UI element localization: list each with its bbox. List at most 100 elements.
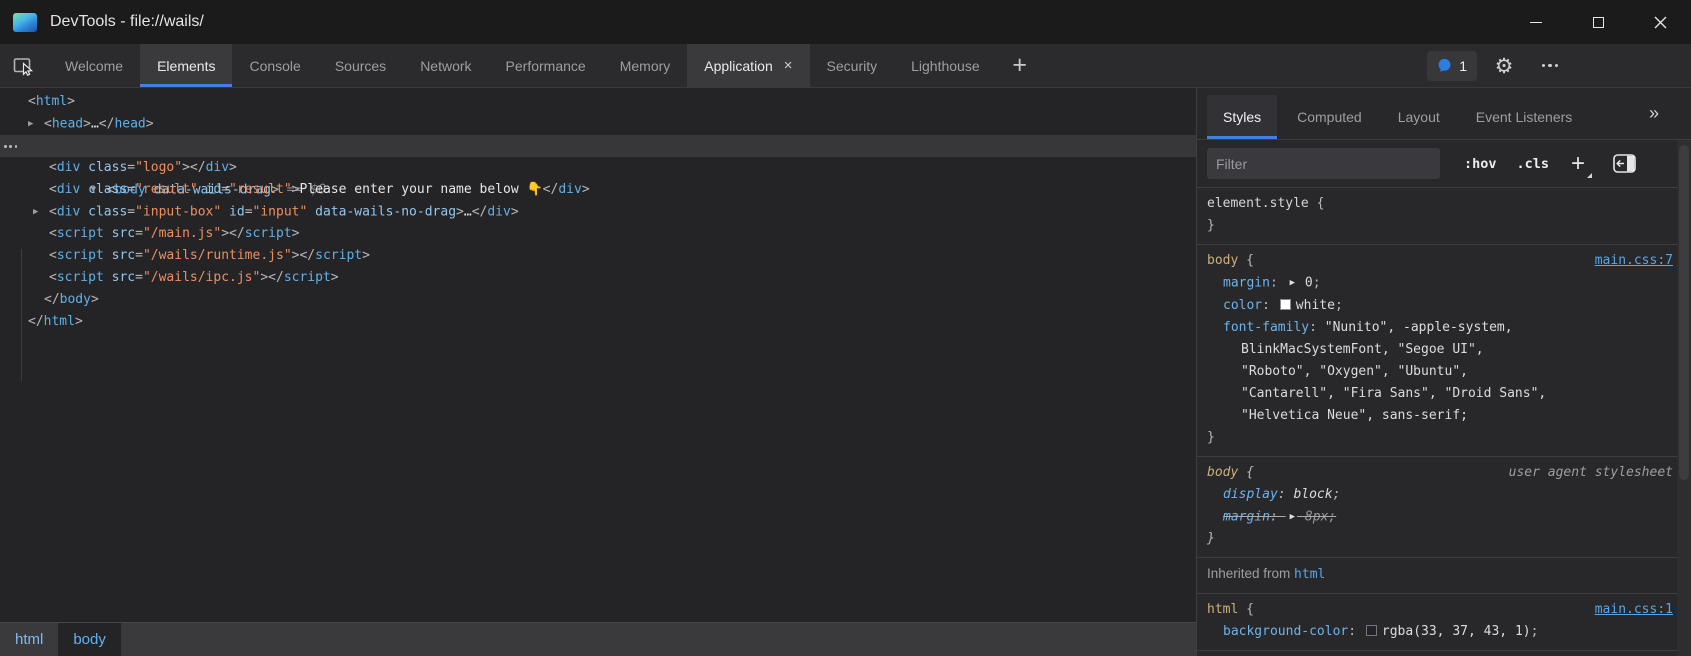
token: :: [1270, 509, 1286, 524]
styles-scrollbar[interactable]: [1677, 140, 1691, 656]
tab-styles[interactable]: Styles: [1207, 95, 1277, 139]
tab-memory[interactable]: Memory: [603, 44, 688, 87]
token: body: [1207, 465, 1238, 480]
close-button[interactable]: [1629, 0, 1691, 44]
styles-panel: Styles Computed Layout Event Listeners »…: [1197, 88, 1691, 656]
css-property-margin-overridden[interactable]: margin: ▶ 8px;: [1197, 506, 1691, 529]
token: {: [1238, 253, 1254, 268]
expand-collapsed-icon[interactable]: ▶: [33, 201, 49, 223]
inspect-cursor-icon: [13, 56, 35, 76]
more-panels-icon[interactable]: »: [1649, 103, 1659, 124]
token: <: [44, 117, 52, 132]
token: div: [57, 160, 80, 175]
more-tools-button[interactable]: +: [997, 44, 1043, 87]
token: rgba(33, 37, 43, 1): [1382, 624, 1531, 639]
new-style-rule-button[interactable]: +: [1571, 152, 1592, 176]
token: "Roboto", "Oxygen", "Ubuntu",: [1241, 364, 1468, 379]
tab-welcome[interactable]: Welcome: [48, 44, 140, 87]
css-property-background-color[interactable]: background-color: rgba(33, 37, 43, 1);: [1197, 621, 1691, 643]
token: div: [558, 182, 581, 197]
token: {: [1238, 602, 1254, 617]
tab-security[interactable]: Security: [810, 44, 895, 87]
feedback-bubble-icon: [1437, 58, 1452, 73]
token: class: [80, 205, 127, 220]
token: body: [1207, 253, 1238, 268]
rule-body-user-agent[interactable]: body { user agent stylesheet display: bl…: [1197, 457, 1691, 559]
dom-row-body-close[interactable]: </body>: [0, 289, 1196, 311]
rule-element-style[interactable]: element.style { }: [1197, 188, 1691, 245]
tab-console[interactable]: Console: [232, 44, 317, 87]
rule-selector[interactable]: body {: [1207, 462, 1254, 484]
tab-application[interactable]: Application ×: [687, 44, 809, 87]
row-menu-icon[interactable]: [4, 145, 17, 148]
collapse-pane-icon: [1613, 154, 1636, 173]
rule-selector[interactable]: body {: [1207, 250, 1254, 272]
inspect-element-button[interactable]: [0, 44, 48, 87]
expand-collapsed-icon[interactable]: ▶: [28, 113, 44, 135]
stylesheet-link[interactable]: main.css:1: [1595, 599, 1673, 621]
dom-row-div-result[interactable]: <div class="result" id="result">Please e…: [0, 179, 1196, 201]
toggle-pseudo-state-button[interactable]: :hov: [1464, 156, 1497, 172]
token: =: [127, 160, 135, 175]
rule-close-line: }: [1197, 427, 1691, 449]
menu-button[interactable]: [1531, 47, 1569, 85]
token: color: [1223, 298, 1262, 313]
issues-count: 1: [1459, 58, 1467, 74]
scrollbar-thumb[interactable]: [1679, 145, 1689, 480]
token: "input": [253, 205, 308, 220]
rule-selector[interactable]: html {: [1207, 599, 1254, 621]
css-property-margin[interactable]: margin: ▶ 0;: [1197, 272, 1691, 295]
token: script: [57, 248, 104, 263]
css-property-font-family-wrap[interactable]: "Helvetica Neue", sans-serif;: [1197, 405, 1691, 427]
toggle-element-classes-button[interactable]: .cls: [1517, 156, 1550, 172]
inherited-element-link[interactable]: html: [1294, 567, 1325, 582]
css-property-color[interactable]: color: white;: [1197, 295, 1691, 317]
tab-lighthouse[interactable]: Lighthouse: [894, 44, 997, 87]
styles-tab-bar: Styles Computed Layout Event Listeners »: [1197, 88, 1691, 140]
settings-button[interactable]: ⚙: [1485, 47, 1523, 85]
token: element.style: [1207, 196, 1309, 211]
tab-computed[interactable]: Computed: [1281, 95, 1378, 139]
dom-row-body-selected[interactable]: ▼<body data-wails-drag> == $0: [0, 135, 1196, 157]
minimize-button[interactable]: [1505, 0, 1567, 44]
css-property-font-family-wrap[interactable]: "Roboto", "Oxygen", "Ubuntu",: [1197, 361, 1691, 383]
token: >: [292, 182, 300, 197]
toggle-sidebar-button[interactable]: [1613, 154, 1636, 173]
tab-event-listeners[interactable]: Event Listeners: [1460, 95, 1589, 139]
maximize-button[interactable]: [1567, 0, 1629, 44]
css-property-display[interactable]: display: block;: [1197, 484, 1691, 506]
issues-counter[interactable]: 1: [1427, 51, 1477, 81]
token: </: [28, 314, 44, 329]
token: }: [1207, 218, 1215, 233]
dom-row-html-close[interactable]: </html>: [0, 311, 1196, 333]
token: >: [83, 117, 91, 132]
css-property-font-family[interactable]: font-family: "Nunito", -apple-system,: [1197, 317, 1691, 339]
styles-filter-input[interactable]: [1207, 148, 1440, 179]
tab-performance[interactable]: Performance: [489, 44, 603, 87]
token: ▶: [1286, 512, 1297, 522]
breadcrumb-html[interactable]: html: [0, 623, 58, 656]
token: </: [44, 292, 60, 307]
dom-row-script-runtime[interactable]: <script src="/wails/runtime.js"></script…: [0, 245, 1196, 267]
dom-row-div-input-box[interactable]: ▶<div class="input-box" id="input" data-…: [0, 201, 1196, 223]
breadcrumb-body[interactable]: body: [58, 623, 121, 656]
dom-row-div-logo[interactable]: <div class="logo"></div>: [0, 157, 1196, 179]
token: =: [135, 248, 143, 263]
rule-open-line[interactable]: element.style {: [1197, 193, 1691, 215]
rule-body-main-css[interactable]: body { main.css:7 margin: ▶ 0; color: wh…: [1197, 245, 1691, 457]
css-property-font-family-wrap[interactable]: BlinkMacSystemFont, "Segoe UI",: [1197, 339, 1691, 361]
rule-html-main-css[interactable]: html { main.css:1 background-color: rgba…: [1197, 594, 1691, 651]
close-tab-icon[interactable]: ×: [784, 58, 793, 73]
dom-row-script-main[interactable]: <script src="/main.js"></script>: [0, 223, 1196, 245]
tab-network[interactable]: Network: [403, 44, 488, 87]
dom-row-head[interactable]: ▶<head>…</head>: [0, 113, 1196, 135]
stylesheet-link[interactable]: main.css:7: [1595, 250, 1673, 272]
css-property-font-family-wrap[interactable]: "Cantarell", "Fira Sans", "Droid Sans",: [1197, 383, 1691, 405]
dom-row-html-open[interactable]: <html>: [0, 91, 1196, 113]
tab-elements[interactable]: Elements: [140, 44, 232, 87]
tab-sources[interactable]: Sources: [318, 44, 403, 87]
tab-layout[interactable]: Layout: [1382, 95, 1456, 139]
gear-icon: ⚙: [1495, 54, 1514, 78]
dom-row-script-ipc[interactable]: <script src="/wails/ipc.js"></script>: [0, 267, 1196, 289]
token: <: [49, 248, 57, 263]
